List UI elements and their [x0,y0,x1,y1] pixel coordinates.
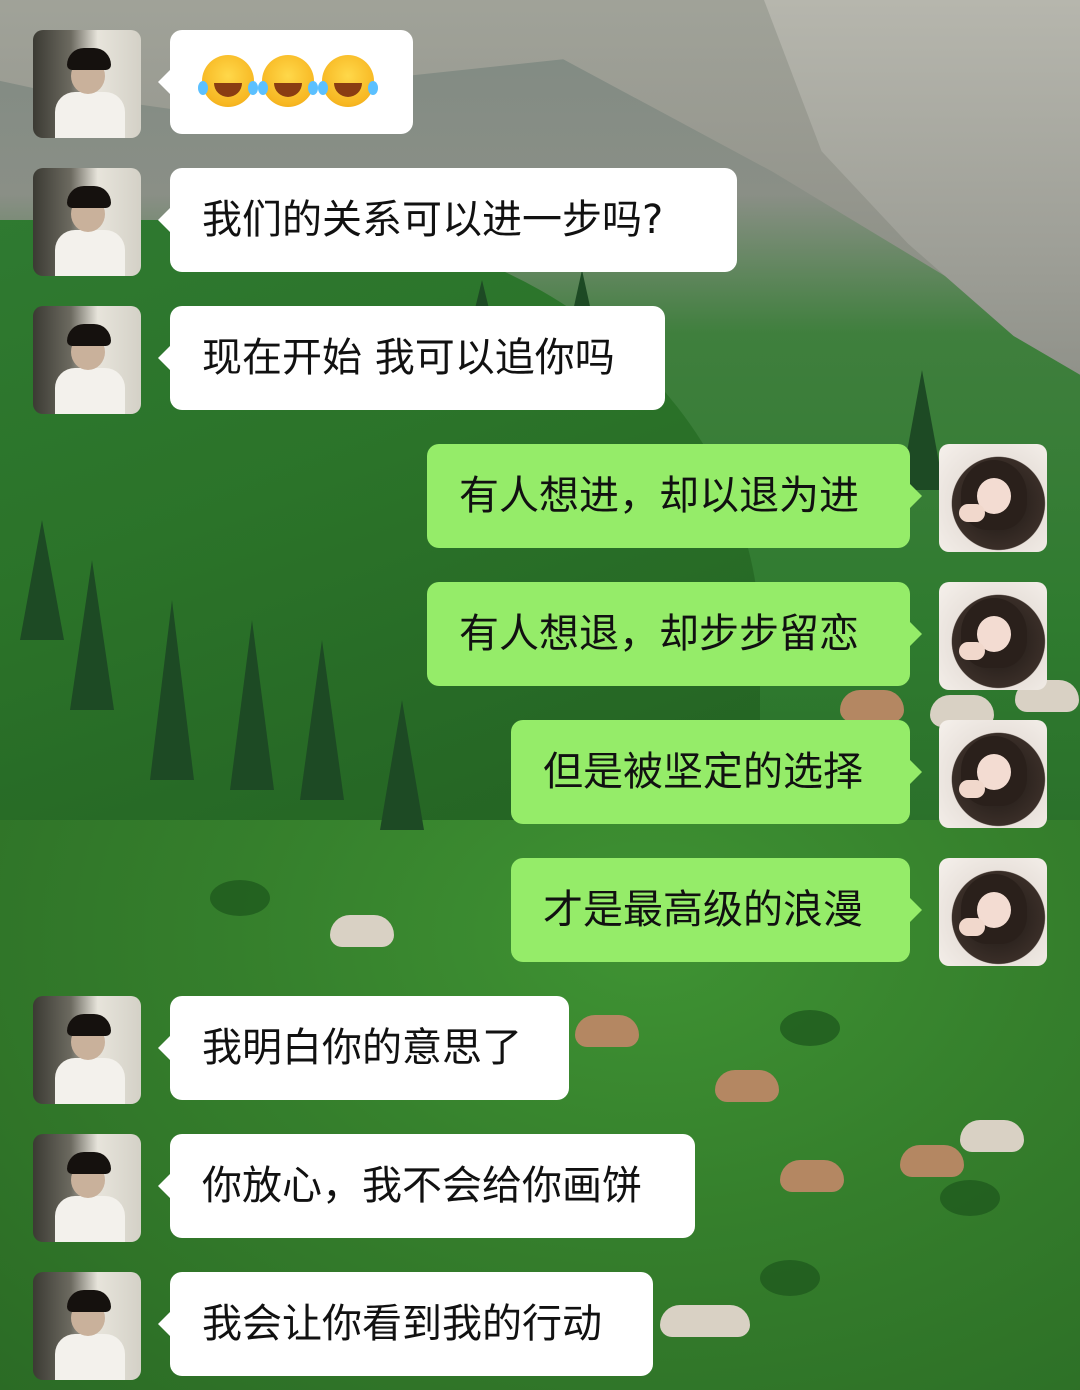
contact-avatar[interactable] [33,1272,141,1380]
message-bubble-incoming[interactable]: 我会让你看到我的行动 [158,1272,653,1376]
message-bubble-incoming[interactable]: 我明白你的意思了 [158,996,569,1100]
message-bubble-outgoing[interactable]: 有人想进，却以退为进 [427,444,922,548]
message-bubble-incoming[interactable]: 我们的关系可以进一步吗? [158,168,737,272]
contact-avatar[interactable] [33,306,141,414]
pine-tree [380,700,424,830]
my-avatar[interactable] [939,444,1047,552]
contact-avatar[interactable] [33,168,141,276]
message-bubble-outgoing[interactable]: 有人想退，却步步留恋 [427,582,922,686]
my-avatar[interactable] [939,582,1047,690]
sheep [715,1070,779,1102]
message-bubble-outgoing[interactable]: 才是最高级的浪漫 [511,858,922,962]
pine-tree [300,640,344,800]
face-with-tears-of-joy-icon [318,55,374,107]
message-bubble-incoming[interactable]: 现在开始 我可以追你吗 [158,306,665,410]
message-bubble-incoming[interactable]: 你放心，我不会给你画饼 [158,1134,695,1238]
my-avatar[interactable] [939,720,1047,828]
sheep [900,1145,964,1177]
sheep [960,1120,1024,1152]
pine-tree [150,600,194,780]
pine-tree [230,620,274,790]
sheep [840,690,904,722]
bush [780,1010,840,1046]
laughing-emoji-group [198,55,374,107]
contact-avatar[interactable] [33,30,141,138]
message-bubble-incoming[interactable] [158,30,413,134]
sheep [575,1015,639,1047]
sheep [660,1305,750,1337]
sheep [330,915,394,947]
bush [760,1260,820,1296]
contact-avatar[interactable] [33,996,141,1104]
sheep [780,1160,844,1192]
bush [940,1180,1000,1216]
my-avatar[interactable] [939,858,1047,966]
face-with-tears-of-joy-icon [198,55,254,107]
pine-tree [70,560,114,710]
face-with-tears-of-joy-icon [258,55,314,107]
contact-avatar[interactable] [33,1134,141,1242]
bush [210,880,270,916]
message-bubble-outgoing[interactable]: 但是被坚定的选择 [511,720,922,824]
pine-tree [20,520,64,640]
